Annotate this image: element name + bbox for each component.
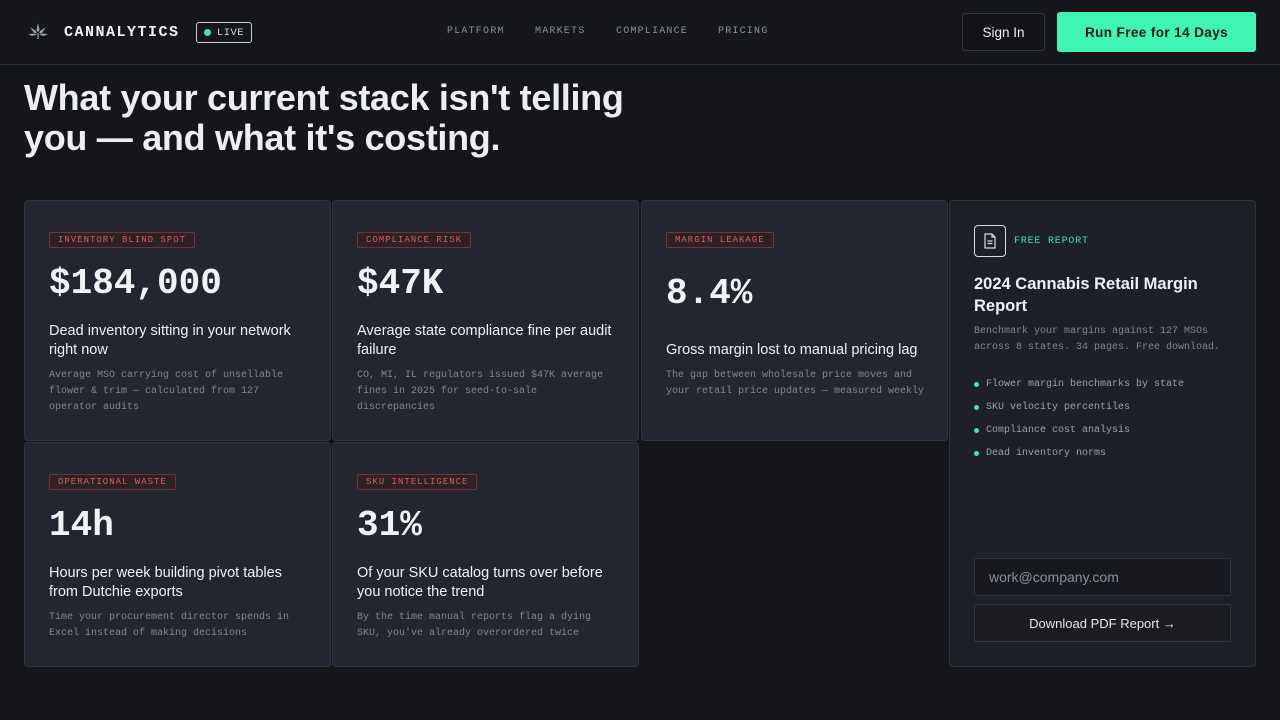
stat-card-operational-waste: OPERATIONAL WASTE 14h Hours per week bui…	[24, 442, 331, 667]
card-tag: MARGIN LEAKAGE	[666, 232, 774, 248]
bullet-text: SKU velocity percentiles	[986, 402, 1131, 413]
cannabis-leaf-logo-icon[interactable]	[27, 22, 49, 42]
bullet-icon	[974, 382, 979, 387]
card-title: Of your SKU catalog turns over before yo…	[357, 565, 603, 600]
card-title: Dead inventory sitting in your network r…	[49, 323, 291, 358]
card-title: Gross margin lost to manual pricing lag	[666, 342, 918, 358]
stat-card-inventory: INVENTORY BLIND SPOT $184,000 Dead inven…	[24, 200, 331, 441]
bullet-text: Dead inventory norms	[986, 448, 1107, 459]
nav-pricing[interactable]: PRICING	[718, 26, 768, 37]
sign-in-button[interactable]: Sign In	[962, 13, 1045, 51]
run-free-trial-button[interactable]: Run Free for 14 Days	[1057, 12, 1256, 52]
list-item: Compliance cost analysis	[974, 419, 1184, 442]
stat-card-sku-intelligence: SKU INTELLIGENCE 31% Of your SKU catalog…	[332, 442, 639, 667]
card-title: Average state compliance fine per audit …	[357, 323, 612, 358]
live-label: LIVE	[216, 26, 245, 39]
list-item: Dead inventory norms	[974, 442, 1184, 465]
report-description: Benchmark your margins against 127 MSOs …	[974, 326, 1221, 353]
bullet-icon	[974, 405, 979, 410]
report-title: 2024 Cannabis Retail Margin Report	[974, 275, 1198, 315]
stat-card-margin: MARGIN LEAKAGE 8.4% Gross margin lost to…	[641, 200, 948, 441]
card-tag: SKU INTELLIGENCE	[357, 474, 478, 490]
card-stat: $47K	[357, 263, 444, 304]
nav-compliance[interactable]: COMPLIANCE	[616, 26, 688, 37]
card-description: By the time manual reports flag a dying …	[357, 612, 592, 639]
free-report-card: FREE REPORT 2024 Cannabis Retail Margin …	[949, 200, 1256, 667]
bullet-text: Flower margin benchmarks by state	[986, 379, 1185, 390]
page-headline: What your current stack isn't telling yo…	[24, 78, 724, 158]
report-bullet-list: Flower margin benchmarks by state SKU ve…	[974, 373, 1184, 465]
brand-name[interactable]: CANNALYTICS	[64, 24, 180, 41]
bullet-icon	[974, 451, 979, 456]
top-navigation-bar: CANNALYTICS LIVE PLATFORM MARKETS COMPLI…	[0, 0, 1280, 65]
card-description: Average MSO carrying cost of unsellable …	[49, 370, 284, 413]
bullet-text: Compliance cost analysis	[986, 425, 1131, 436]
work-email-input[interactable]	[974, 558, 1231, 596]
card-tag: COMPLIANCE RISK	[357, 232, 472, 248]
free-report-label: FREE REPORT	[1014, 236, 1089, 247]
card-stat: 14h	[49, 505, 114, 546]
nav-platform[interactable]: PLATFORM	[447, 26, 505, 37]
card-description: CO, MI, IL regulators issued $47K averag…	[357, 370, 604, 413]
card-tag: OPERATIONAL WASTE	[49, 474, 176, 490]
headline-line-1: What your current stack isn't telling	[24, 77, 624, 118]
bullet-icon	[974, 428, 979, 433]
card-description: Time your procurement director spends in…	[49, 612, 290, 639]
card-tag: INVENTORY BLIND SPOT	[49, 232, 196, 248]
download-pdf-button[interactable]: Download PDF Report →	[974, 604, 1231, 642]
card-title: Hours per week building pivot tables fro…	[49, 565, 282, 600]
headline-line-2: you — and what it's costing.	[24, 117, 501, 158]
live-dot-icon	[203, 29, 211, 36]
stat-card-compliance: COMPLIANCE RISK $47K Average state compl…	[332, 200, 639, 441]
card-description: The gap between wholesale price moves an…	[666, 370, 925, 397]
card-stat: 31%	[357, 505, 422, 546]
nav-markets[interactable]: MARKETS	[535, 26, 585, 37]
card-stat: $184,000	[49, 263, 222, 304]
card-stat: 8.4%	[666, 273, 753, 314]
list-item: SKU velocity percentiles	[974, 396, 1184, 419]
list-item: Flower margin benchmarks by state	[974, 373, 1184, 396]
document-icon	[974, 225, 1006, 257]
live-status-badge: LIVE	[196, 22, 252, 43]
